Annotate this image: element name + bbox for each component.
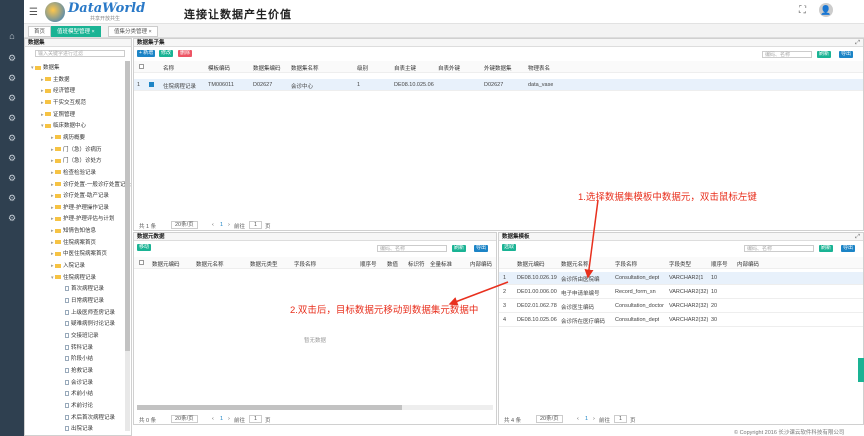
arrow-to-elements-panel — [448, 281, 509, 306]
arrow-to-template-row — [584, 199, 599, 279]
annotation-arrows — [448, 199, 599, 306]
side-handle[interactable] — [858, 358, 864, 382]
copyright: © Copyright 2016 长沙课云软件科技有限公司 — [734, 430, 845, 436]
